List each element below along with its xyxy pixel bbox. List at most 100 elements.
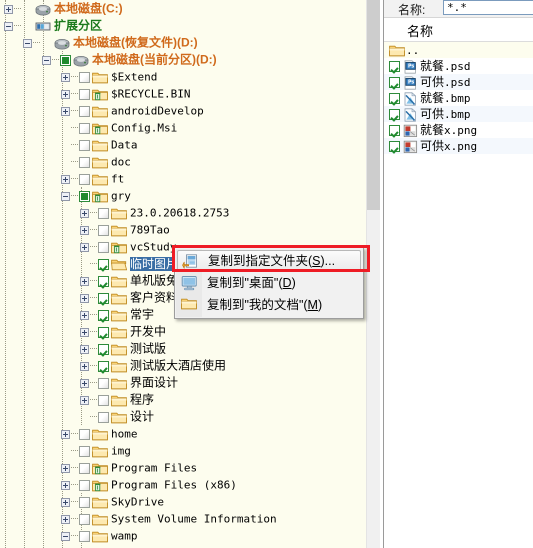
file-checkbox[interactable]	[389, 141, 400, 153]
file-checkbox[interactable]	[389, 93, 400, 105]
file-list-row[interactable]: 可供x.png	[384, 138, 533, 154]
tree-item[interactable]: $RECYCLE.BIN	[0, 85, 366, 102]
tree-item-checkbox[interactable]	[79, 105, 90, 117]
tree-item[interactable]: 本地磁盘(C:)	[0, 0, 366, 17]
expand-icon[interactable]	[80, 208, 89, 218]
tree-item-checkbox[interactable]	[79, 530, 90, 542]
expand-icon[interactable]	[80, 395, 89, 405]
context-menu-item[interactable]: 复制到指定文件夹(S)...	[177, 250, 361, 272]
tree-item-checkbox[interactable]	[79, 139, 90, 151]
tree-item[interactable]: Config.Msi	[0, 119, 366, 136]
tree-item-checkbox[interactable]	[79, 71, 90, 83]
expand-icon[interactable]	[61, 72, 70, 82]
tree-item-checkbox[interactable]	[98, 258, 109, 270]
tree-item-checkbox[interactable]	[98, 241, 109, 253]
tree-item-checkbox[interactable]	[79, 173, 90, 185]
file-list-row[interactable]: Ps 可供.psd	[384, 74, 533, 90]
file-list-column-header[interactable]: 名称	[384, 18, 533, 42]
tree-item[interactable]: 本地磁盘(恢复文件)(D:)	[0, 34, 366, 51]
file-list[interactable]: .. Ps 就餐.psd Ps 可供.psd 就餐.bmp 可供.bmp 就餐x.png 可供x…	[384, 42, 533, 154]
expand-icon[interactable]	[61, 429, 70, 439]
tree-item[interactable]: Data	[0, 136, 366, 153]
tree-vertical-scrollbar[interactable]	[366, 0, 380, 548]
tree-item-checkbox[interactable]	[79, 428, 90, 440]
tree-item[interactable]: ft	[0, 170, 366, 187]
file-checkbox[interactable]	[389, 109, 400, 121]
tree-item-checkbox[interactable]	[98, 207, 109, 219]
tree-item-checkbox[interactable]	[98, 309, 109, 321]
tree-item[interactable]: SkyDrive	[0, 493, 366, 510]
tree-item[interactable]: 扩展分区	[0, 17, 366, 34]
tree-item[interactable]: Program Files (x86)	[0, 476, 366, 493]
tree-item-checkbox[interactable]	[98, 275, 109, 287]
tree-item[interactable]: wamp	[0, 527, 366, 544]
file-list-row[interactable]: 可供.bmp	[384, 106, 533, 122]
tree-item[interactable]: img	[0, 442, 366, 459]
expand-icon[interactable]	[61, 497, 70, 507]
collapse-icon[interactable]	[42, 55, 51, 65]
tree-item[interactable]: 程序	[0, 391, 366, 408]
file-list-row[interactable]: Ps 就餐.psd	[384, 58, 533, 74]
collapse-icon[interactable]	[23, 38, 32, 48]
filter-input[interactable]: *.*	[443, 0, 533, 15]
expand-icon[interactable]	[80, 344, 89, 354]
expand-icon[interactable]	[80, 310, 89, 320]
file-checkbox[interactable]	[389, 125, 400, 137]
tree-item-checkbox[interactable]	[98, 377, 109, 389]
tree-item[interactable]: System Volume Information	[0, 510, 366, 527]
file-list-up-directory[interactable]: ..	[384, 42, 533, 58]
tree-item-checkbox[interactable]	[98, 326, 109, 338]
tree-item-checkbox[interactable]	[98, 394, 109, 406]
tree-item-checkbox[interactable]	[79, 88, 90, 100]
expand-icon[interactable]	[61, 480, 70, 490]
file-list-row[interactable]: 就餐.bmp	[384, 90, 533, 106]
tree-item-checkbox[interactable]	[79, 496, 90, 508]
context-menu-item[interactable]: 复制到"桌面"(D)	[175, 272, 363, 294]
tree-item[interactable]: Program Files	[0, 459, 366, 476]
collapse-icon[interactable]	[4, 21, 13, 31]
tree-item-checkbox[interactable]	[98, 224, 109, 236]
tree-item-checkbox[interactable]	[79, 190, 90, 202]
expand-icon[interactable]	[80, 225, 89, 235]
expand-icon[interactable]	[80, 378, 89, 388]
tree-item-checkbox[interactable]	[79, 156, 90, 168]
expand-icon[interactable]	[61, 174, 70, 184]
tree-item[interactable]: 23.0.20618.2753	[0, 204, 366, 221]
tree-item[interactable]: 设计	[0, 408, 366, 425]
copy-context-menu[interactable]: 复制到指定文件夹(S)... 复制到"桌面"(D) 复制到"我的文档"(M)	[174, 247, 364, 319]
tree-item-checkbox[interactable]	[79, 445, 90, 457]
tree-item-checkbox[interactable]	[79, 122, 90, 134]
expand-icon[interactable]	[80, 242, 89, 252]
file-list-row[interactable]: 就餐x.png	[384, 122, 533, 138]
tree-item[interactable]: alias	[0, 544, 366, 548]
tree-item[interactable]: 开发中	[0, 323, 366, 340]
expand-icon[interactable]	[61, 463, 70, 473]
tree-item[interactable]: home	[0, 425, 366, 442]
file-checkbox[interactable]	[389, 77, 400, 89]
tree-item[interactable]: doc	[0, 153, 366, 170]
scrollbar-thumb[interactable]	[367, 0, 380, 210]
expand-icon[interactable]	[61, 89, 70, 99]
expand-icon[interactable]	[80, 361, 89, 371]
tree-item-checkbox[interactable]	[79, 462, 90, 474]
collapse-icon[interactable]	[61, 191, 70, 201]
file-checkbox[interactable]	[389, 61, 400, 73]
expand-icon[interactable]	[61, 514, 70, 524]
tree-item-checkbox[interactable]	[98, 292, 109, 304]
tree-item[interactable]: androidDevelop	[0, 102, 366, 119]
tree-item[interactable]: 本地磁盘(当前分区)(D:)	[0, 51, 366, 68]
tree-item[interactable]: gry	[0, 187, 366, 204]
expand-icon[interactable]	[61, 106, 70, 116]
tree-item[interactable]: 界面设计	[0, 374, 366, 391]
tree-item-checkbox[interactable]	[79, 513, 90, 525]
tree-item-checkbox[interactable]	[60, 54, 71, 66]
collapse-icon[interactable]	[61, 531, 70, 541]
tree-item-checkbox[interactable]	[98, 411, 109, 423]
tree-item[interactable]: 测试版大酒店使用	[0, 357, 366, 374]
file-list-pane[interactable]: 名称: *.* 名称 .. Ps 就餐.psd Ps 可供.psd 就餐.bmp 可供.bm…	[384, 0, 533, 548]
tree-item[interactable]: 测试版	[0, 340, 366, 357]
context-menu-item[interactable]: 复制到"我的文档"(M)	[175, 294, 363, 316]
tree-item-checkbox[interactable]	[79, 479, 90, 491]
tree-item[interactable]: $Extend	[0, 68, 366, 85]
tree-item-checkbox[interactable]	[98, 343, 109, 355]
